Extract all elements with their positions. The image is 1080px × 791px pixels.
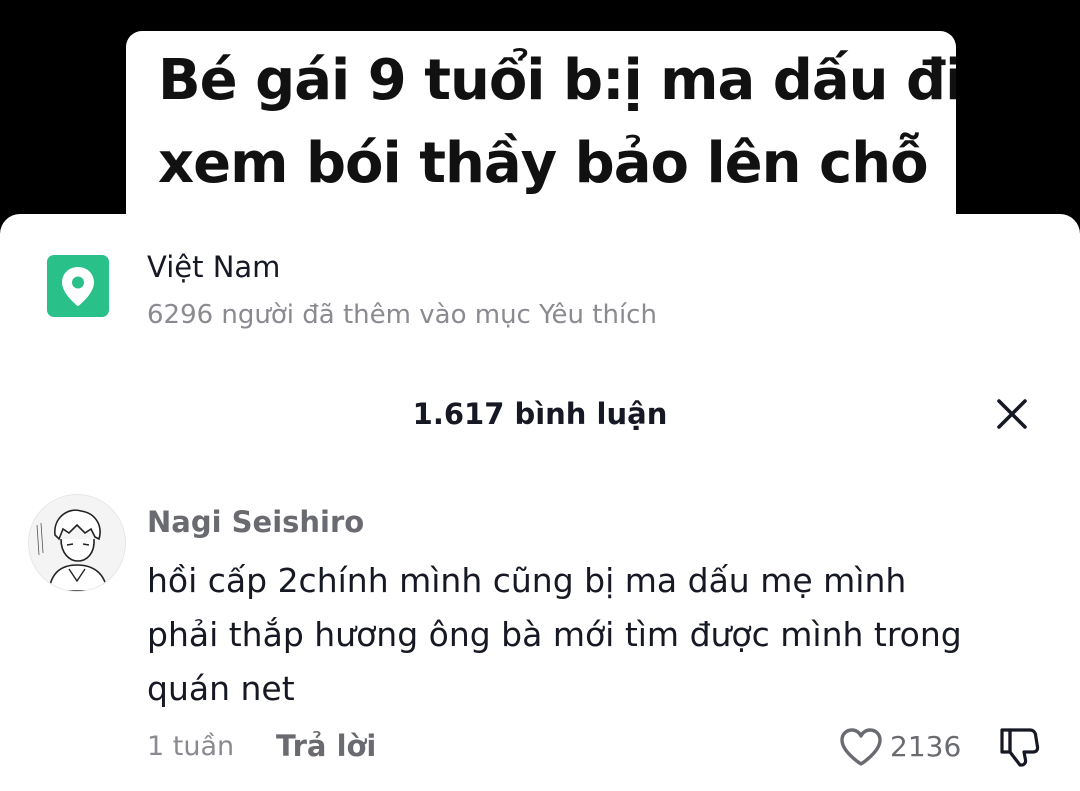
comment-line-1: hồi cấp 2chính mình cũng bị ma dấu mẹ mì… — [147, 561, 907, 600]
comments-count: 1.617 bình luận — [412, 397, 668, 431]
reply-button[interactable]: Trả lời — [276, 729, 376, 763]
comment-line-3: quán net — [147, 669, 295, 708]
dislike-icon[interactable] — [996, 724, 1042, 770]
avatar[interactable] — [28, 494, 126, 592]
close-icon[interactable] — [992, 394, 1032, 434]
comment-line-2: phải thắp hương ông bà mới tìm được mình… — [147, 615, 962, 654]
like-count: 2136 — [890, 730, 962, 763]
comment-time: 1 tuần — [147, 731, 235, 762]
location-title[interactable]: Việt Nam — [147, 250, 280, 284]
location-pin-icon[interactable] — [47, 255, 109, 317]
comment-text: hồi cấp 2chính mình cũng bị ma dấu mẹ mì… — [147, 554, 1057, 716]
comment-author[interactable]: Nagi Seishiro — [147, 505, 364, 539]
comments-sheet: Việt Nam 6296 người đã thêm vào mục Yêu … — [0, 214, 1080, 791]
location-favorites-count: 6296 người đã thêm vào mục Yêu thích — [147, 300, 657, 330]
caption-line-1: Bé gái 9 tuổi b:ị ma dấu đi — [158, 48, 956, 113]
heart-icon[interactable] — [838, 726, 884, 768]
caption-line-2: xem bói thầy bảo lên chỗ — [158, 131, 929, 196]
